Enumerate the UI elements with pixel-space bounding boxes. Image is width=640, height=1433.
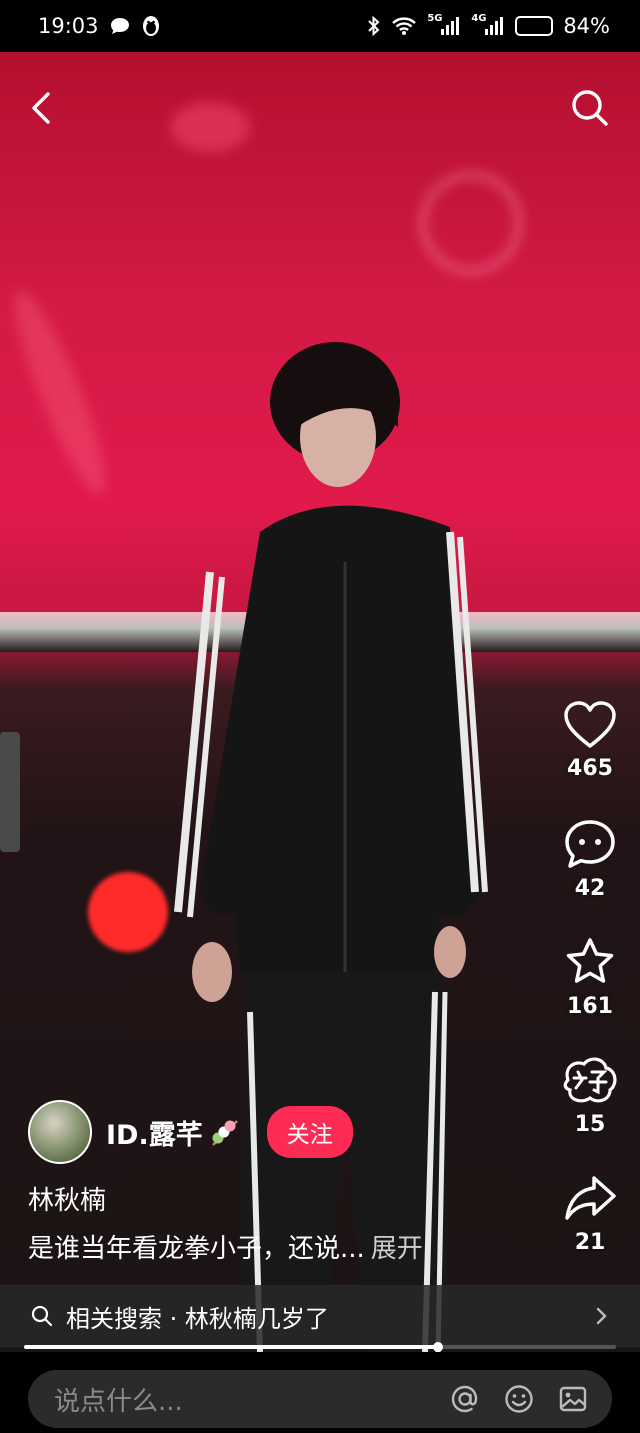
comment-button[interactable]: 42	[554, 818, 626, 936]
hao-badge-icon	[563, 1057, 617, 1103]
top-nav	[0, 80, 640, 136]
bottom-bar: 说点什么...	[0, 1352, 640, 1433]
heart-icon	[564, 701, 616, 748]
post-description: 是谁当年看龙拳小子，还说... 展开	[28, 1228, 423, 1265]
avatar[interactable]	[28, 1100, 92, 1164]
bluetooth-icon	[367, 15, 381, 37]
progress-played	[24, 1345, 439, 1349]
favorite-button[interactable]: 161	[554, 936, 626, 1054]
star-icon	[566, 938, 614, 983]
mention-button[interactable]	[448, 1382, 482, 1416]
signal-4g-icon: 4G	[471, 13, 505, 37]
emoji-button[interactable]	[502, 1382, 536, 1416]
post-title: 林秋楠	[28, 1186, 107, 1216]
at-sign-icon	[451, 1385, 478, 1413]
status-bar: 19:03 5G 4G 84%	[0, 0, 640, 52]
image-button[interactable]	[556, 1382, 590, 1416]
search-button[interactable]	[568, 86, 612, 130]
clock: 19:03	[38, 14, 99, 38]
comment-placeholder: 说点什么...	[54, 1386, 183, 1417]
author-row: ID.露芊 关注	[28, 1100, 353, 1164]
performer-figure	[174, 342, 488, 1352]
comment-input[interactable]: 说点什么...	[28, 1370, 612, 1428]
related-search-bar[interactable]: 相关搜索 · 林秋楠几岁了	[0, 1285, 640, 1347]
battery-percent: 84%	[563, 14, 610, 38]
description-text: 是谁当年看龙拳小子，还说...	[28, 1234, 365, 1264]
search-icon	[572, 90, 608, 126]
smiley-icon	[505, 1385, 533, 1413]
follow-button[interactable]: 关注	[266, 1106, 353, 1158]
battery-icon	[515, 16, 554, 36]
action-rail: 465 42 161 15 21	[554, 700, 626, 1290]
comment-count: 42	[574, 876, 606, 901]
good-button[interactable]: 15	[554, 1054, 626, 1172]
share-button[interactable]: 21	[554, 1172, 626, 1290]
expand-link[interactable]: 展开	[371, 1234, 423, 1264]
progress-bar[interactable]	[24, 1342, 616, 1352]
chevron-left-icon	[32, 92, 50, 124]
comment-icon	[565, 820, 615, 868]
share-arrow-icon	[565, 1176, 616, 1220]
good-count: 15	[574, 1112, 606, 1137]
share-count: 21	[574, 1230, 606, 1255]
image-icon	[559, 1386, 587, 1412]
wifi-icon	[391, 16, 417, 36]
favorite-count: 161	[567, 994, 613, 1019]
dango-icon	[207, 1115, 241, 1149]
chat-bubble-icon	[109, 16, 131, 36]
qq-penguin-icon	[141, 15, 161, 37]
signal-5g-icon: 5G	[427, 13, 461, 37]
search-icon	[31, 1305, 53, 1327]
related-search-label: 相关搜索 · 林秋楠几岁了	[66, 1304, 329, 1333]
chevron-right-icon	[596, 1307, 607, 1325]
like-button[interactable]: 465	[554, 700, 626, 818]
back-button[interactable]	[22, 86, 62, 130]
like-count: 465	[567, 756, 613, 781]
author-name[interactable]: ID.露芊	[106, 1113, 203, 1152]
